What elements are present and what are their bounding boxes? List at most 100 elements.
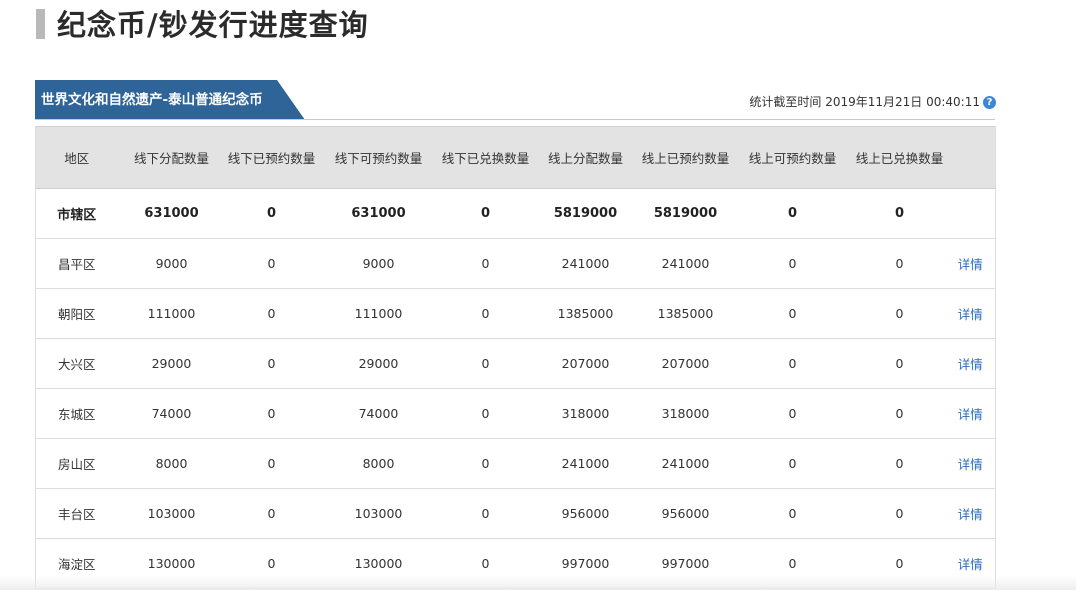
value-cell: 0 <box>731 188 854 239</box>
value-cell: 207000 <box>531 338 640 389</box>
value-cell: 318000 <box>531 388 640 439</box>
table-header-row: 地区 线下分配数量 线下已预约数量 线下可预约数量 线下已兑换数量 线上分配数量… <box>35 126 996 189</box>
detail-cell: 详情 <box>945 238 996 289</box>
page-title: 纪念币/钞发行进度查询 <box>57 8 369 42</box>
value-cell: 241000 <box>531 238 640 289</box>
header-online-available: 线上可预约数量 <box>731 126 854 189</box>
coin-tab-label: 世界文化和自然遗产-泰山普通纪念币 <box>41 92 263 108</box>
value-cell: 0 <box>439 288 532 339</box>
empty-cell <box>945 188 996 239</box>
header-online-reserved: 线上已预约数量 <box>639 126 732 189</box>
detail-link[interactable]: 详情 <box>958 457 983 472</box>
value-cell: 0 <box>731 288 854 339</box>
region-cell: 房山区 <box>35 438 118 489</box>
value-cell: 74000 <box>317 388 440 439</box>
value-cell: 0 <box>853 338 946 389</box>
value-cell: 9000 <box>317 238 440 289</box>
value-cell: 8000 <box>117 438 226 489</box>
title-accent-bar <box>36 9 45 39</box>
region-cell: 市辖区 <box>35 188 118 239</box>
value-cell: 956000 <box>639 488 732 539</box>
value-cell: 1385000 <box>639 288 732 339</box>
table-row: 房山区 8000 0 8000 0 241000 241000 0 0 详情 <box>35 438 996 489</box>
value-cell: 1385000 <box>531 288 640 339</box>
value-cell: 0 <box>853 238 946 289</box>
table-row-total: 市辖区 631000 0 631000 0 5819000 5819000 0 … <box>35 188 996 239</box>
value-cell: 0 <box>731 388 854 439</box>
value-cell: 0 <box>853 288 946 339</box>
value-cell: 0 <box>225 188 318 239</box>
value-cell: 241000 <box>531 438 640 489</box>
header-offline-exchanged: 线下已兑换数量 <box>439 126 532 189</box>
value-cell: 29000 <box>317 338 440 389</box>
detail-link[interactable]: 详情 <box>958 407 983 422</box>
region-cell: 丰台区 <box>35 488 118 539</box>
value-cell: 29000 <box>117 338 226 389</box>
detail-link[interactable]: 详情 <box>958 557 983 572</box>
value-cell: 0 <box>225 388 318 439</box>
value-cell: 0 <box>853 438 946 489</box>
header-offline-reserved: 线下已预约数量 <box>225 126 318 189</box>
value-cell: 0 <box>439 188 532 239</box>
header-offline-allocated: 线下分配数量 <box>117 126 226 189</box>
value-cell: 0 <box>731 438 854 489</box>
detail-link[interactable]: 详情 <box>958 507 983 522</box>
value-cell: 0 <box>225 438 318 489</box>
value-cell: 103000 <box>317 488 440 539</box>
value-cell: 74000 <box>117 388 226 439</box>
value-cell: 207000 <box>639 338 732 389</box>
region-cell: 昌平区 <box>35 238 118 289</box>
value-cell: 318000 <box>639 388 732 439</box>
table-row: 昌平区 9000 0 9000 0 241000 241000 0 0 详情 <box>35 238 996 289</box>
detail-link[interactable]: 详情 <box>958 357 983 372</box>
value-cell: 0 <box>225 488 318 539</box>
value-cell: 241000 <box>639 238 732 289</box>
detail-cell: 详情 <box>945 488 996 539</box>
table-row: 丰台区 103000 0 103000 0 956000 956000 0 0 … <box>35 488 996 539</box>
header-offline-available: 线下可预约数量 <box>317 126 440 189</box>
stat-time-text: 统计截至时间 2019年11月21日 00:40:11 <box>749 95 980 109</box>
page: 纪念币/钞发行进度查询 世界文化和自然遗产-泰山普通纪念币 统计截至时间 201… <box>0 0 1076 590</box>
header-actions <box>945 126 996 189</box>
stat-time-row: 统计截至时间 2019年11月21日 00:40:11? <box>749 93 996 110</box>
header-online-exchanged: 线上已兑换数量 <box>853 126 946 189</box>
value-cell: 8000 <box>317 438 440 489</box>
detail-link[interactable]: 详情 <box>958 257 983 272</box>
value-cell: 631000 <box>117 188 226 239</box>
detail-cell: 详情 <box>945 438 996 489</box>
value-cell: 0 <box>439 388 532 439</box>
value-cell: 956000 <box>531 488 640 539</box>
table-row: 东城区 74000 0 74000 0 318000 318000 0 0 详情 <box>35 388 996 439</box>
tab-divider <box>35 119 995 120</box>
question-circle-icon[interactable]: ? <box>983 96 996 109</box>
value-cell: 9000 <box>117 238 226 289</box>
value-cell: 0 <box>731 238 854 289</box>
value-cell: 0 <box>225 338 318 389</box>
value-cell: 103000 <box>117 488 226 539</box>
detail-link[interactable]: 详情 <box>958 307 983 322</box>
value-cell: 5819000 <box>531 188 640 239</box>
value-cell: 5819000 <box>639 188 732 239</box>
issue-progress-table: 地区 线下分配数量 线下已预约数量 线下可预约数量 线下已兑换数量 线上分配数量… <box>35 126 996 589</box>
region-cell: 朝阳区 <box>35 288 118 339</box>
value-cell: 0 <box>731 488 854 539</box>
value-cell: 111000 <box>317 288 440 339</box>
value-cell: 0 <box>439 238 532 289</box>
detail-cell: 详情 <box>945 338 996 389</box>
value-cell: 0 <box>853 488 946 539</box>
value-cell: 0 <box>439 338 532 389</box>
value-cell: 0 <box>731 338 854 389</box>
header-region: 地区 <box>35 126 118 189</box>
table-row: 大兴区 29000 0 29000 0 207000 207000 0 0 详情 <box>35 338 996 389</box>
value-cell: 241000 <box>639 438 732 489</box>
detail-cell: 详情 <box>945 388 996 439</box>
value-cell: 631000 <box>317 188 440 239</box>
value-cell: 0 <box>853 188 946 239</box>
bottom-fade <box>0 576 1076 590</box>
value-cell: 0 <box>439 488 532 539</box>
coin-tab[interactable]: 世界文化和自然遗产-泰山普通纪念币 <box>35 80 305 120</box>
value-cell: 0 <box>225 288 318 339</box>
header-online-allocated: 线上分配数量 <box>531 126 640 189</box>
table-row: 朝阳区 111000 0 111000 0 1385000 1385000 0 … <box>35 288 996 339</box>
value-cell: 0 <box>225 238 318 289</box>
